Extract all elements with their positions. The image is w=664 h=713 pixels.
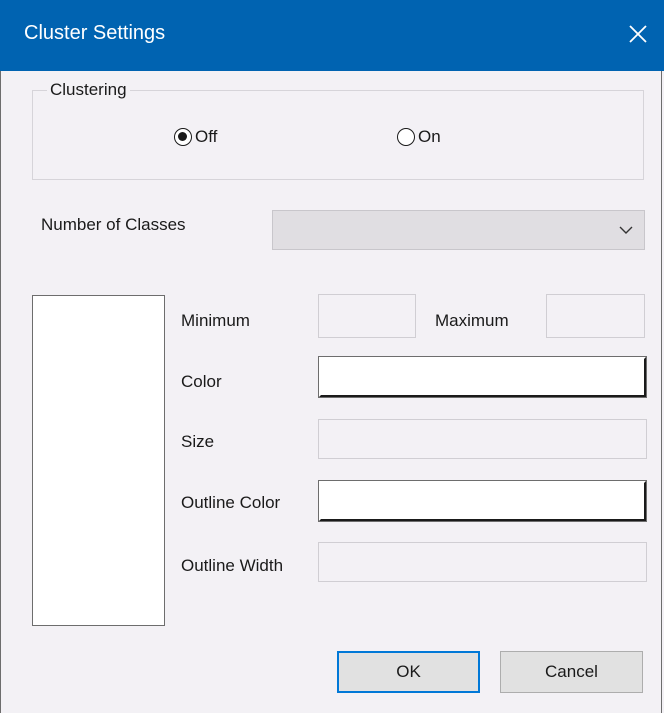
radio-off[interactable]: Off — [174, 127, 217, 147]
window-title: Cluster Settings — [24, 22, 166, 44]
minimum-label: Minimum — [181, 311, 250, 330]
maximum-label: Maximum — [435, 311, 509, 330]
title-bar: Cluster Settings — [0, 0, 664, 71]
clustering-legend: Clustering — [47, 80, 130, 100]
radio-on-indicator[interactable] — [397, 128, 415, 146]
clustering-groupbox — [32, 90, 644, 180]
cancel-button[interactable]: Cancel — [500, 651, 643, 693]
radio-on-label: On — [418, 127, 441, 146]
size-label: Size — [181, 432, 215, 451]
number-of-classes-select[interactable] — [272, 210, 645, 250]
outline-width-field[interactable] — [318, 542, 647, 582]
number-of-classes-label: Number of Classes — [41, 215, 186, 234]
maximum-field[interactable] — [546, 294, 645, 338]
close-icon — [629, 25, 647, 43]
chevron-down-icon — [619, 226, 633, 234]
radio-off-label: Off — [195, 127, 218, 146]
color-label: Color — [181, 372, 222, 391]
outline-color-picker-button[interactable] — [318, 480, 647, 522]
radio-off-indicator[interactable] — [174, 128, 192, 146]
class-list[interactable] — [32, 295, 165, 626]
ok-button[interactable]: OK — [337, 651, 480, 693]
minimum-field[interactable] — [318, 294, 416, 338]
color-picker-button[interactable] — [318, 356, 647, 398]
close-button[interactable] — [618, 14, 658, 54]
radio-on[interactable]: On — [397, 127, 441, 147]
size-field[interactable] — [318, 419, 647, 459]
outline-width-label: Outline Width — [181, 556, 284, 575]
outline-color-label: Outline Color — [181, 493, 281, 512]
